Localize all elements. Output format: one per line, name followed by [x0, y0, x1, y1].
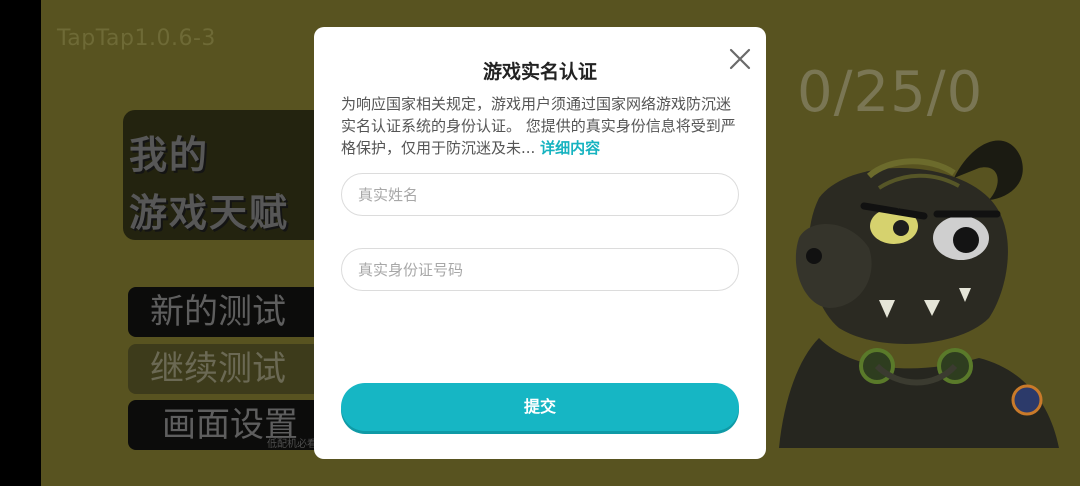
- close-icon: [729, 48, 751, 70]
- id-number-input[interactable]: [341, 248, 739, 291]
- notice-text-block: 为响应国家相关规定，游戏用户须通过国家网络游戏防沉迷实名认证系统的身份认证。 您…: [341, 93, 741, 159]
- dialog-title: 游戏实名认证: [482, 61, 597, 83]
- real-name-verification-dialog: 游戏实名认证 为响应国家相关规定，游戏用户须通过国家网络游戏防沉迷实名认证系统的…: [314, 27, 766, 459]
- notice-text: 为响应国家相关规定，游戏用户须通过国家网络游戏防沉迷实名认证系统的身份认证。 您…: [341, 95, 736, 157]
- details-link[interactable]: 详细内容: [540, 139, 600, 157]
- real-name-input[interactable]: [341, 173, 739, 216]
- submit-button[interactable]: 提交: [341, 383, 739, 431]
- close-button[interactable]: [726, 45, 754, 73]
